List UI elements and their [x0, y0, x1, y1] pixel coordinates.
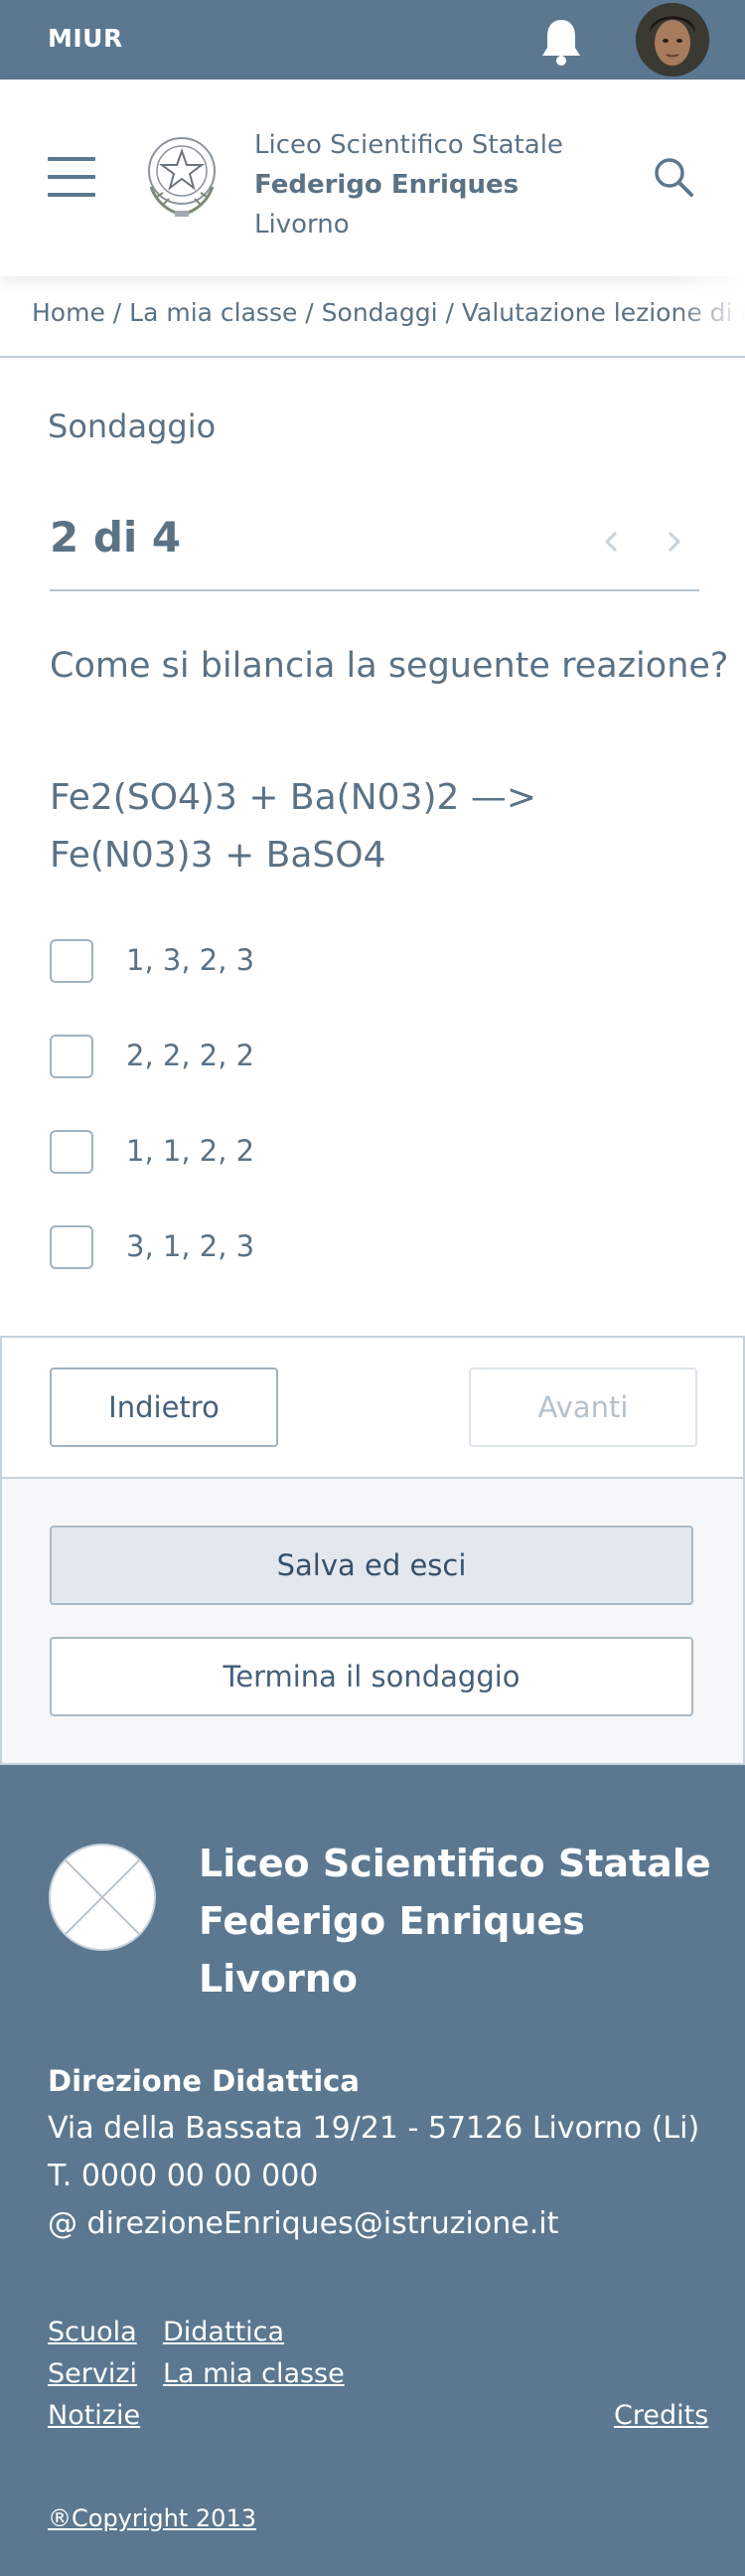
site-footer: Liceo Scientifico Statale Federigo Enriq… [0, 1765, 745, 2576]
answer-option-4[interactable]: 3, 1, 2, 3 [50, 1225, 646, 1271]
search-icon[interactable] [652, 155, 695, 199]
next-button[interactable]: Avanti [469, 1368, 697, 1447]
school-name-line1: Liceo Scientifico Statale [254, 130, 563, 160]
contacts-heading: Direzione Didattica [48, 2064, 360, 2098]
breadcrumb: Home / La mia classe / Sondaggi / Valuta… [0, 276, 745, 358]
top-bar: MIUR [0, 0, 745, 80]
footer-school-name: Liceo Scientifico Statale Federigo Enriq… [199, 1835, 711, 2008]
answer-option-2[interactable]: 2, 2, 2, 2 [50, 1035, 646, 1080]
miur-brand[interactable]: MIUR [48, 24, 123, 53]
footer-link-scuola[interactable]: Scuola [48, 2317, 137, 2347]
step-divider [50, 589, 699, 591]
answer-option-1[interactable]: 1, 3, 2, 3 [50, 939, 646, 985]
user-avatar[interactable] [636, 3, 709, 77]
survey-label: Sondaggio [48, 407, 217, 445]
breadcrumb-text[interactable]: Home / La mia classe / Sondaggi / Valuta… [32, 298, 745, 327]
footer-title-line2: Federigo Enriques [199, 1899, 585, 1943]
back-button[interactable]: Indietro [50, 1368, 278, 1447]
hamburger-menu-icon[interactable] [48, 157, 95, 197]
question-text: Come si bilancia la seguente reazione? [50, 646, 729, 686]
footer-title-line3: Livorno [199, 1957, 359, 2001]
site-header: Liceo Scientifico Statale Federigo Enriq… [0, 80, 745, 276]
checkbox[interactable] [50, 1225, 93, 1269]
checkbox[interactable] [50, 939, 93, 983]
save-and-exit-button[interactable]: Salva ed esci [50, 1526, 693, 1605]
chevron-left-icon[interactable] [599, 527, 623, 557]
footer-copyright[interactable]: ®Copyright 2013 [48, 2504, 256, 2532]
school-name[interactable]: Liceo Scientifico Statale Federigo Enriq… [254, 125, 563, 244]
footer-contacts: Direzione Didattica Via della Bassata 19… [48, 2057, 699, 2248]
footer-link-la-mia-classe[interactable]: La mia classe [163, 2358, 345, 2389]
school-name-line2: Federigo Enriques [254, 170, 520, 200]
footer-link-servizi[interactable]: Servizi [48, 2358, 137, 2389]
italian-republic-emblem [148, 137, 216, 217]
footer-link-credits[interactable]: Credits [614, 2400, 708, 2431]
checkbox[interactable] [50, 1130, 93, 1174]
school-name-line3: Livorno [254, 210, 350, 240]
answer-option-3[interactable]: 1, 1, 2, 2 [50, 1130, 646, 1176]
contacts-email[interactable]: @ direzioneEnriques@istruzione.it [48, 2200, 699, 2248]
footer-link-notizie[interactable]: Notizie [48, 2400, 140, 2431]
reaction-formula: Fe2(SO4)3 + Ba(N03)2 —> Fe(N03)3 + BaSO4 [50, 777, 537, 876]
avatar-image [636, 3, 709, 77]
bell-icon[interactable] [537, 16, 585, 68]
option-label: 1, 1, 2, 2 [126, 1134, 255, 1168]
footer-title-line1: Liceo Scientifico Statale [199, 1842, 711, 1885]
option-label: 3, 1, 2, 3 [126, 1229, 255, 1263]
end-survey-button[interactable]: Termina il sondaggio [50, 1637, 693, 1716]
option-label: 2, 2, 2, 2 [126, 1039, 255, 1072]
contacts-address: Via della Bassata 19/21 - 57126 Livorno … [48, 2111, 700, 2146]
footer-link-didattica[interactable]: Didattica [163, 2317, 284, 2347]
breadcrumb-fade [675, 276, 745, 356]
step-indicator: 2 di 4 [50, 513, 182, 562]
chevron-right-icon[interactable] [663, 527, 686, 557]
option-label: 1, 3, 2, 3 [126, 943, 255, 977]
survey-actions [0, 1477, 745, 1765]
footer-logo-placeholder-icon [49, 1844, 156, 1951]
contacts-phone: T. 0000 00 00 000 [48, 2159, 319, 2193]
checkbox[interactable] [50, 1035, 93, 1078]
